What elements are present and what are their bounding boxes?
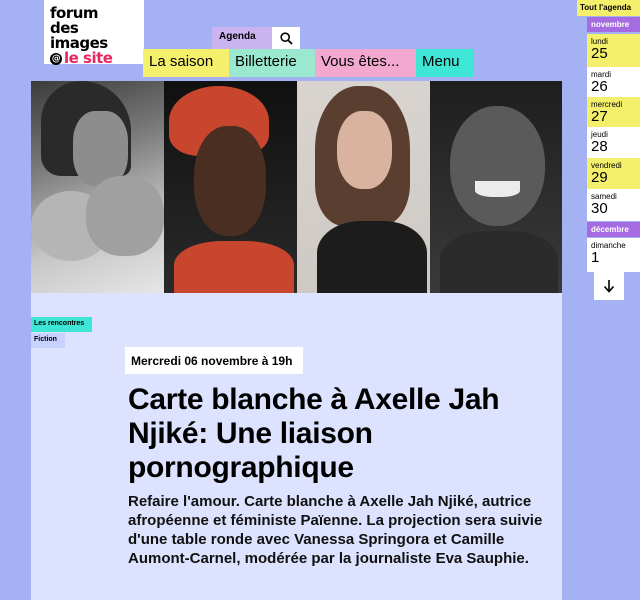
- arrow-down-icon: [603, 280, 615, 293]
- search-button[interactable]: [272, 27, 300, 49]
- day-number: 27: [591, 108, 608, 125]
- day-number: 1: [591, 249, 600, 266]
- portrait-woman-dark-hair: [297, 81, 430, 293]
- agenda-day[interactable]: samedi 30: [587, 189, 640, 221]
- nav-la-saison[interactable]: La saison: [143, 49, 229, 77]
- agenda-day[interactable]: dimanche 1: [587, 238, 640, 272]
- agenda-day[interactable]: mardi 26: [587, 67, 640, 97]
- event-hero-image: [31, 81, 562, 293]
- agenda-day[interactable]: jeudi 28: [587, 127, 640, 158]
- search-icon: [279, 31, 293, 45]
- day-number: 26: [591, 78, 608, 95]
- agenda-day[interactable]: vendredi 29: [587, 158, 640, 189]
- agenda-scroll-down-button[interactable]: [594, 272, 624, 300]
- event-title: Carte blanche à Axelle Jah Njiké: Une li…: [128, 383, 500, 484]
- day-number: 25: [591, 45, 608, 62]
- agenda-day[interactable]: lundi 25: [587, 34, 640, 67]
- day-number: 30: [591, 200, 608, 217]
- logo-line-3: le site: [64, 49, 113, 67]
- logo-line-2: des images: [50, 19, 108, 52]
- event-description: Refaire l'amour. Carte blanche à Axelle …: [128, 493, 543, 567]
- tag-fiction[interactable]: Fiction: [31, 333, 65, 348]
- at-icon: @: [50, 52, 62, 65]
- day-number: 29: [591, 169, 608, 186]
- all-agenda-link[interactable]: Tout l'agenda: [577, 0, 640, 16]
- agenda-day[interactable]: mercredi 27: [587, 97, 640, 127]
- month-label-november: novembre: [587, 17, 640, 32]
- day-number: 28: [591, 138, 608, 155]
- site-logo[interactable]: forum des images @ le site: [44, 0, 144, 66]
- agenda-button[interactable]: Agenda: [212, 27, 272, 49]
- nav-vous-etes[interactable]: Vous êtes...: [315, 49, 416, 77]
- portrait-woman-turban: [164, 81, 297, 293]
- nav-billetterie[interactable]: Billetterie: [229, 49, 315, 77]
- event-date: Mercredi 06 novembre à 19h: [125, 347, 303, 374]
- portrait-woman-smiling: [430, 81, 562, 293]
- nav-menu[interactable]: Menu: [416, 49, 474, 77]
- tag-les-rencontres[interactable]: Les rencontres: [31, 317, 92, 332]
- logo-line-3-wrap: @ le site: [50, 51, 138, 66]
- month-label-december: décembre: [587, 222, 640, 237]
- portrait-couple: [31, 81, 164, 293]
